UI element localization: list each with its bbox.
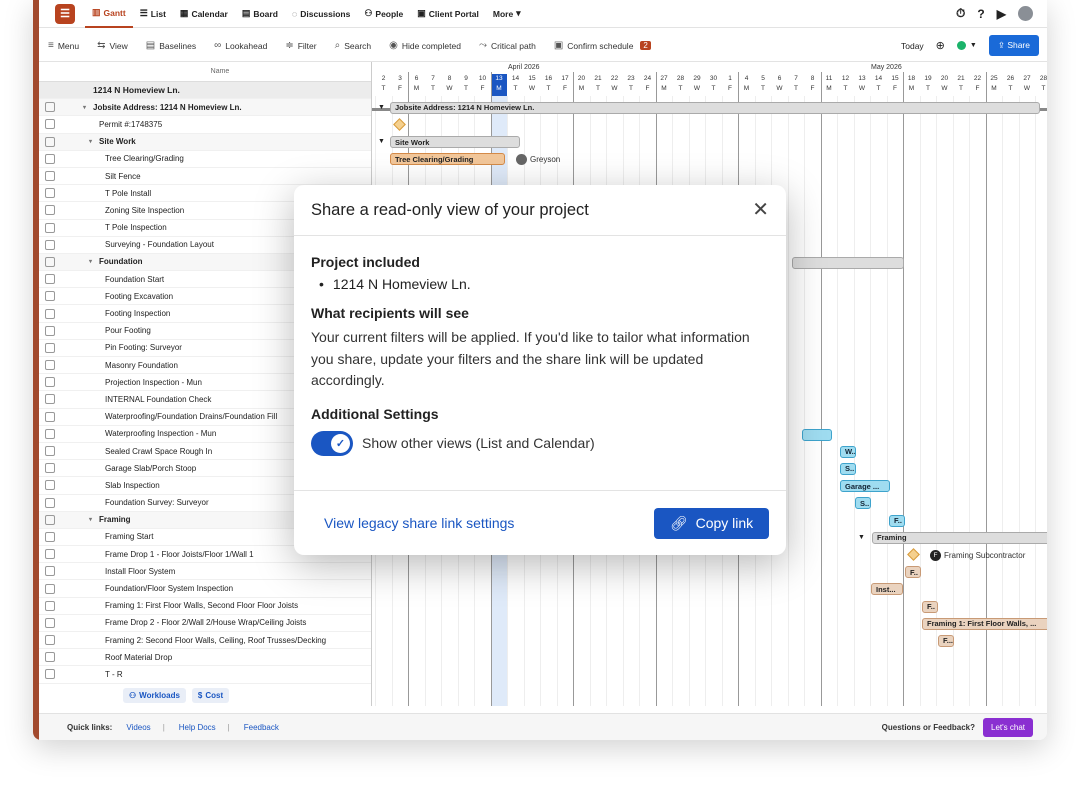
recipients-description: Your current filters will be applied. If… [311,329,750,388]
additional-settings-heading: Additional Settings [311,405,439,422]
bullet-icon: • [319,276,324,292]
show-other-views-label: Show other views (List and Calendar) [362,435,595,451]
link-icon: 🔗︎ [669,514,688,531]
recipients-heading: What recipients will see [311,305,469,321]
project-name: 1214 N Homeview Ln. [332,276,471,292]
show-other-views-toggle[interactable]: ✓ [311,430,353,456]
modal-overlay: Share a read-only view of your project ✕… [0,0,1080,804]
modal-title: Share a read-only view of your project [311,200,589,219]
copy-link-button[interactable]: 🔗︎ Copy link [654,507,769,539]
legacy-share-link[interactable]: View legacy share link settings [324,515,514,531]
close-icon[interactable]: ✕ [752,200,769,220]
check-icon: ✓ [331,433,350,453]
project-included-heading: Project included [311,254,420,270]
share-modal: Share a read-only view of your project ✕… [294,185,786,555]
